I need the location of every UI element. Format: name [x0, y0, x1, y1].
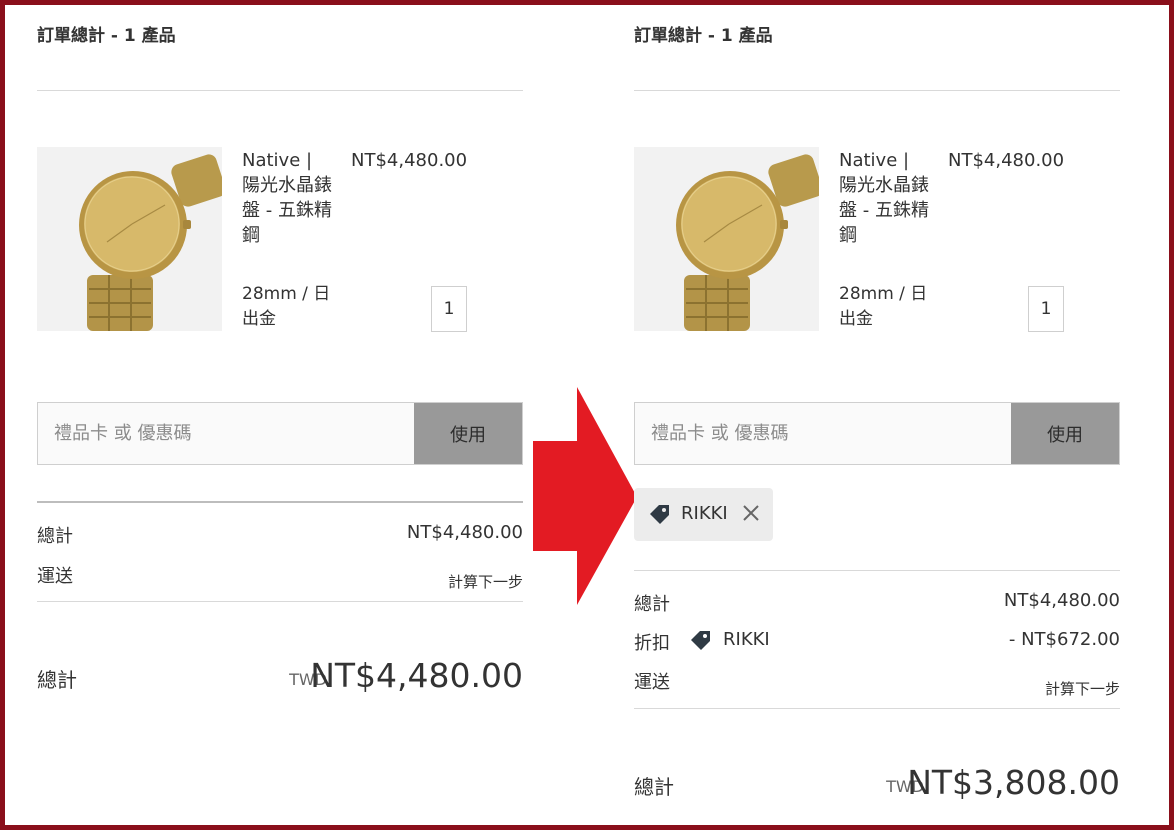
subtotal-label: 總計: [634, 594, 670, 615]
divider: [37, 601, 523, 602]
shipping-value: 計算下一步: [1044, 680, 1120, 698]
applied-coupon-chip: RIKKI: [634, 488, 773, 541]
comparison-frame: 訂單總計 - 1 產品 Native | 陽光水晶錶盤 - 五銖精鋼 28mm …: [0, 0, 1174, 830]
coupon-input[interactable]: [38, 403, 414, 464]
total-label: 總計: [634, 775, 674, 799]
product-price: NT$4,480.00: [948, 150, 1065, 171]
apply-coupon-button[interactable]: 使用: [1011, 403, 1119, 464]
red-arrow-icon: [533, 387, 637, 605]
shipping-value: 計算下一步: [447, 573, 523, 591]
total-label: 總計: [37, 668, 77, 692]
product-price: NT$4,480.00: [351, 150, 468, 171]
quantity-badge: 1: [1028, 286, 1064, 332]
total-amount: NT$4,480.00: [310, 656, 523, 695]
discount-code: RIKKI: [723, 629, 770, 650]
product-variant: 28mm / 日出金: [242, 284, 331, 329]
product-image: [634, 147, 819, 331]
divider: [634, 90, 1120, 91]
tag-icon: [650, 505, 669, 524]
subtotal-value: NT$4,480.00: [1003, 590, 1120, 611]
close-icon[interactable]: [742, 504, 760, 522]
tag-icon: [691, 631, 710, 650]
discount-value: - NT$672.00: [1008, 629, 1120, 650]
quantity-badge: 1: [431, 286, 467, 332]
divider: [634, 570, 1120, 571]
total-amount: NT$3,808.00: [907, 763, 1120, 802]
product-variant: 28mm / 日出金: [839, 284, 928, 329]
subtotal-label: 總計: [37, 526, 73, 547]
divider: [37, 90, 523, 91]
product-image: [37, 147, 222, 331]
product-name[interactable]: Native | 陽光水晶錶盤 - 五銖精鋼: [242, 148, 332, 248]
applied-coupon-code: RIKKI: [681, 503, 728, 524]
divider: [37, 501, 523, 503]
shipping-label: 運送: [37, 566, 73, 587]
coupon-form: 使用: [634, 402, 1120, 465]
product-name[interactable]: Native | 陽光水晶錶盤 - 五銖精鋼: [839, 148, 929, 248]
divider: [634, 708, 1120, 709]
order-summary-title: 訂單總計 - 1 產品: [634, 26, 773, 46]
apply-coupon-button[interactable]: 使用: [414, 403, 522, 464]
order-summary-before: 訂單總計 - 1 產品 Native | 陽光水晶錶盤 - 五銖精鋼 28mm …: [37, 5, 523, 835]
coupon-form: 使用: [37, 402, 523, 465]
coupon-input[interactable]: [635, 403, 1011, 464]
order-summary-title: 訂單總計 - 1 產品: [37, 26, 176, 46]
discount-label: 折扣: [634, 633, 670, 654]
subtotal-value: NT$4,480.00: [406, 522, 523, 543]
shipping-label: 運送: [634, 672, 670, 693]
order-summary-after: 訂單總計 - 1 產品 Native | 陽光水晶錶盤 - 五銖精鋼 28mm …: [634, 5, 1120, 835]
